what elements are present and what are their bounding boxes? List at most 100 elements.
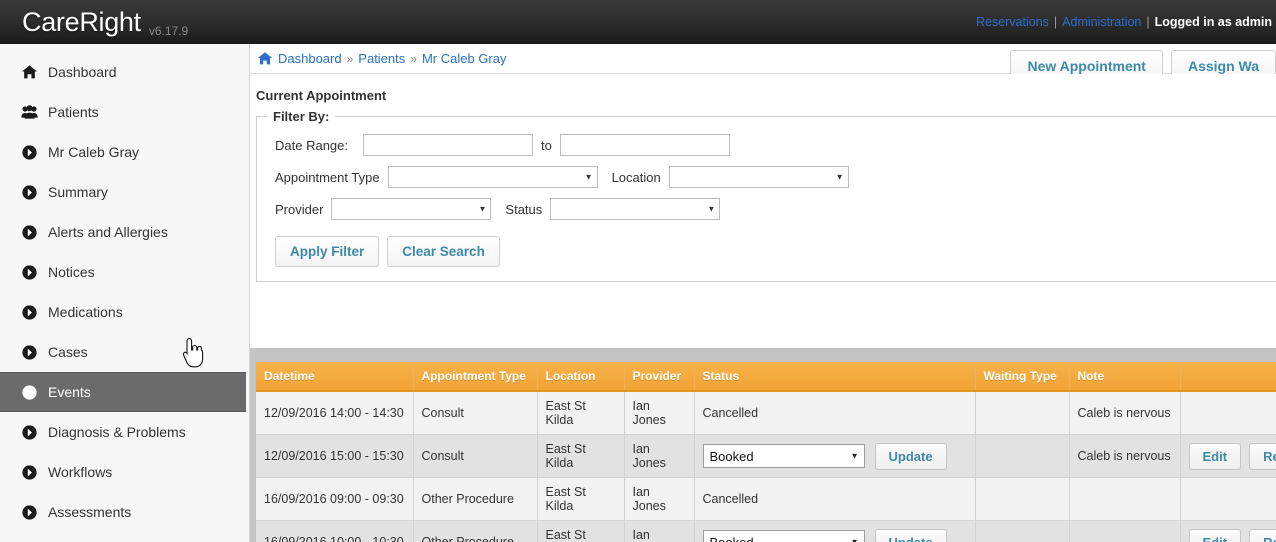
column-header-actions: [1180, 362, 1276, 392]
edit-button[interactable]: Edit: [1188, 442, 1242, 470]
sidebar-item-label: Mr Caleb Gray: [48, 144, 140, 160]
row-status-select[interactable]: Booked: [702, 444, 865, 468]
breadcrumb-item-patient[interactable]: Mr Caleb Gray: [422, 51, 507, 66]
sidebar-item-label: Diagnosis & Problems: [48, 424, 186, 440]
cell-status: Booked Update: [694, 434, 976, 478]
cell-actions: [1180, 391, 1276, 435]
location-label: Location: [611, 169, 661, 185]
cell-location: East St Kilda: [537, 477, 625, 521]
breadcrumb-item-dashboard[interactable]: Dashboard: [278, 51, 342, 66]
filter-row-type-location: Appointment Type Location: [257, 166, 1276, 188]
sidebar-item-label: Medications: [48, 304, 123, 320]
nav-separator-1: |: [1053, 15, 1058, 29]
chevron-circle-right-icon: [20, 343, 38, 361]
column-header-provider: Provider: [624, 362, 695, 392]
cell-note: Caleb is nervous: [1069, 391, 1181, 435]
nav-separator-2: |: [1146, 15, 1150, 29]
nav-link-administration[interactable]: Administration: [1062, 15, 1141, 29]
cell-datetime: 12/09/2016 14:00 - 14:30: [256, 391, 414, 435]
chevron-circle-right-icon: [20, 183, 38, 201]
cell-waiting-type: [975, 520, 1070, 542]
sidebar-item-label: Dashboard: [48, 64, 117, 80]
sidebar-item-label: Assessments: [48, 504, 132, 520]
chevron-circle-right-icon: [20, 423, 38, 441]
status-select[interactable]: [550, 198, 721, 220]
chevron-circle-right-icon: [20, 463, 38, 481]
sidebar-item-mr-caleb-gray[interactable]: Mr Caleb Gray: [0, 132, 249, 172]
sidebar-item-dashboard[interactable]: Dashboard: [0, 52, 249, 92]
cell-note: Caleb is nervous: [1069, 434, 1181, 478]
location-select[interactable]: [668, 166, 849, 188]
top-navigation: Reservations | Administration | Logged i…: [976, 15, 1272, 29]
cell-waiting-type: [975, 434, 1070, 478]
cell-provider: Ian Jones: [624, 391, 695, 435]
provider-label: Provider: [275, 201, 324, 217]
nav-link-reservations[interactable]: Reservations: [976, 15, 1049, 29]
date-to-label: to: [541, 137, 552, 153]
appointment-content-panel: Current Appointment Filter By: Date Rang…: [250, 74, 1276, 348]
chevron-circle-right-icon: [20, 383, 38, 401]
cell-actions: [1180, 477, 1276, 521]
sidebar-item-assessments[interactable]: Assessments: [0, 492, 249, 532]
cell-appointment-type: Consult: [413, 434, 538, 478]
chevron-circle-right-icon: [20, 503, 38, 521]
cell-location: East St Kilda: [537, 391, 625, 435]
breadcrumb-item-patients[interactable]: Patients: [358, 51, 405, 66]
table-body: 12/09/2016 14:00 - 14:30 Consult East St K…: [256, 391, 1276, 542]
clear-search-button[interactable]: Clear Search: [387, 236, 500, 267]
sidebar-item-summary[interactable]: Summary: [0, 172, 249, 212]
cell-waiting-type: [975, 477, 1070, 521]
column-header-waiting-type: Waiting Type: [975, 362, 1070, 392]
breadcrumb-bar: Dashboard » Patients » Mr Caleb Gray New…: [250, 44, 1276, 82]
sidebar-item-diagnosis-problems[interactable]: Diagnosis & Problems: [0, 412, 249, 452]
cell-datetime: 12/09/2016 15:00 - 15:30: [256, 434, 414, 478]
sidebar-item-notices[interactable]: Notices: [0, 252, 249, 292]
chevron-circle-right-icon: [20, 303, 38, 321]
update-status-button[interactable]: Update: [874, 528, 947, 542]
date-from-input[interactable]: [363, 134, 533, 156]
appointment-type-select[interactable]: [387, 166, 598, 188]
sidebar-item-alerts-and-allergies[interactable]: Alerts and Allergies: [0, 212, 249, 252]
sidebar-item-label: Summary: [48, 184, 108, 200]
filter-row-date: Date Range: to: [257, 134, 1276, 156]
sidebar-item-workflows[interactable]: Workflows: [0, 452, 249, 492]
cell-location: East St Kilda: [537, 434, 625, 478]
sidebar-item-cases[interactable]: Cases: [0, 332, 249, 372]
cell-provider: Ian Jones: [624, 434, 695, 478]
apply-filter-button[interactable]: Apply Filter: [275, 236, 380, 267]
sidebar-item-medications[interactable]: Medications: [0, 292, 249, 332]
row-status-select[interactable]: Booked: [702, 530, 865, 542]
cell-status: Cancelled: [694, 477, 976, 521]
chevron-circle-right-icon: [20, 143, 38, 161]
brand-name: CareRight: [22, 6, 141, 37]
filter-action-buttons: Apply Filter Clear Search: [257, 236, 1276, 267]
status-label: Status: [505, 201, 543, 217]
cell-status: Booked Update: [694, 520, 976, 542]
cell-appointment-type: Other Procedure: [413, 477, 538, 521]
rebook-button[interactable]: Reb: [1249, 528, 1276, 542]
cell-datetime: 16/09/2016 10:00 - 10:30: [256, 520, 414, 542]
update-status-button[interactable]: Update: [874, 442, 947, 470]
breadcrumb-separator-2: »: [410, 51, 417, 66]
chevron-circle-right-icon: [20, 263, 38, 281]
sidebar-item-label: Workflows: [48, 464, 113, 480]
breadcrumb-separator-1: »: [346, 51, 354, 66]
cell-waiting-type: [975, 391, 1070, 435]
home-icon: [258, 52, 272, 65]
table-row: 16/09/2016 09:00 - 09:30 Other Procedure E…: [256, 477, 1276, 521]
date-to-input[interactable]: [559, 134, 730, 156]
filter-legend: Filter By:: [273, 109, 330, 124]
appointments-table-wrapper: Datetime Appointment Type Location Provider…: [256, 362, 1276, 542]
table-row: 16/09/2016 10:00 - 10:30 Other Procedure E…: [256, 520, 1276, 542]
row-action-buttons: Edit Reb: [1188, 442, 1276, 470]
main-content-area: Dashboard » Patients » Mr Caleb Gray New…: [250, 44, 1276, 542]
sidebar-item-patients[interactable]: Patients: [0, 92, 249, 132]
brand-version: v6.17.9: [148, 23, 189, 38]
home-icon: [20, 63, 38, 81]
sidebar-item-events[interactable]: Events: [0, 372, 246, 412]
cell-actions: Edit Reb: [1180, 520, 1276, 542]
edit-button[interactable]: Edit: [1188, 528, 1242, 542]
rebook-button[interactable]: Reb: [1249, 442, 1276, 470]
brand-logo[interactable]: CareRight v6.17.9: [0, 7, 188, 38]
provider-select[interactable]: [331, 198, 492, 220]
